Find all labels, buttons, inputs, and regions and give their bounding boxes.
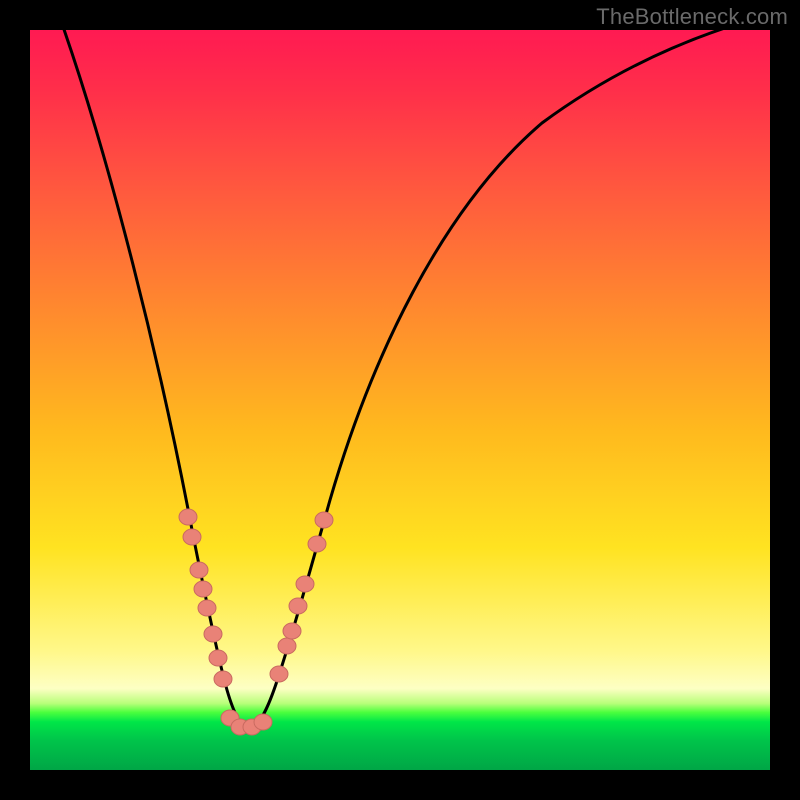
sample-point-marker bbox=[204, 626, 222, 642]
curve-layer bbox=[30, 30, 770, 770]
sample-point-marker bbox=[254, 714, 272, 730]
chart-frame: TheBottleneck.com bbox=[0, 0, 800, 800]
bottleneck-curve bbox=[60, 30, 770, 728]
sample-point-marker bbox=[209, 650, 227, 666]
sample-point-marker bbox=[198, 600, 216, 616]
sample-point-marker bbox=[194, 581, 212, 597]
sample-point-marker bbox=[289, 598, 307, 614]
sample-point-marker bbox=[296, 576, 314, 592]
sample-point-marker bbox=[214, 671, 232, 687]
sample-point-marker bbox=[278, 638, 296, 654]
plot-area bbox=[30, 30, 770, 770]
sample-point-marker bbox=[270, 666, 288, 682]
sample-point-marker bbox=[283, 623, 301, 639]
sample-point-marker bbox=[308, 536, 326, 552]
sample-point-marker bbox=[315, 512, 333, 528]
sample-point-marker bbox=[179, 509, 197, 525]
sample-point-marker bbox=[190, 562, 208, 578]
sample-point-marker bbox=[183, 529, 201, 545]
marker-group bbox=[179, 509, 333, 735]
watermark-text: TheBottleneck.com bbox=[596, 4, 788, 30]
